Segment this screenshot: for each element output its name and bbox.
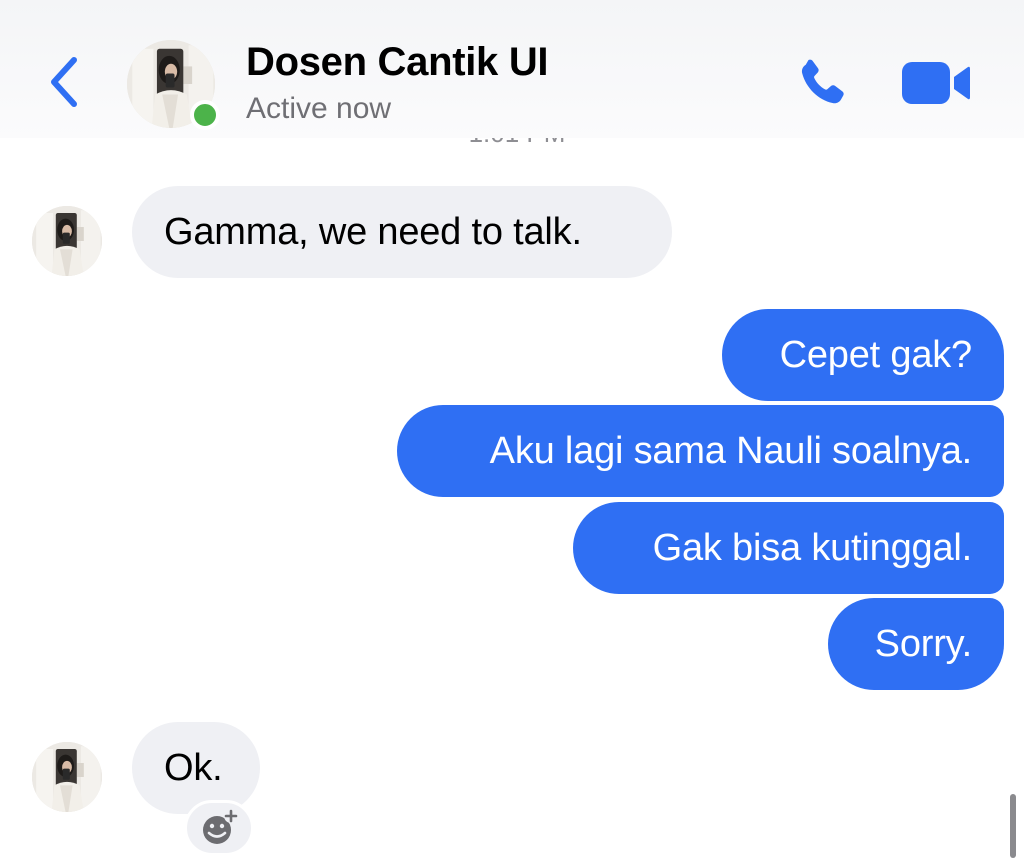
incoming-message-bubble[interactable]: Ok. xyxy=(132,722,260,814)
outgoing-message-bubble[interactable]: Aku lagi sama Nauli soalnya. xyxy=(397,405,1004,497)
add-reaction-button[interactable] xyxy=(184,800,254,856)
outgoing-message-bubble[interactable]: Sorry. xyxy=(828,598,1004,690)
chat-header: Dosen Cantik UI Active now xyxy=(0,0,1024,138)
avatar[interactable] xyxy=(32,206,102,276)
avatar-image xyxy=(32,206,102,276)
voice-call-button[interactable] xyxy=(792,54,852,114)
messenger-chat-screen: Dosen Cantik UI Active now 1:01 PM Gamma… xyxy=(0,0,1024,858)
video-call-button[interactable] xyxy=(900,58,972,108)
contact-name[interactable]: Dosen Cantik UI xyxy=(246,40,549,85)
incoming-message-bubble[interactable]: Gamma, we need to talk. xyxy=(132,186,672,278)
chevron-left-icon xyxy=(51,57,77,107)
avatar-image xyxy=(32,742,102,812)
back-button[interactable] xyxy=(40,52,90,112)
avatar[interactable] xyxy=(32,742,102,812)
outgoing-message-bubble[interactable]: Gak bisa kutinggal. xyxy=(573,502,1004,594)
online-status-dot xyxy=(190,100,220,130)
scrollbar[interactable] xyxy=(1010,794,1016,858)
video-camera-icon xyxy=(902,62,970,104)
phone-icon xyxy=(801,59,844,104)
outgoing-message-bubble[interactable]: Cepet gak? xyxy=(722,309,1004,401)
add-reaction-icon xyxy=(203,809,238,844)
contact-status: Active now xyxy=(246,92,392,125)
